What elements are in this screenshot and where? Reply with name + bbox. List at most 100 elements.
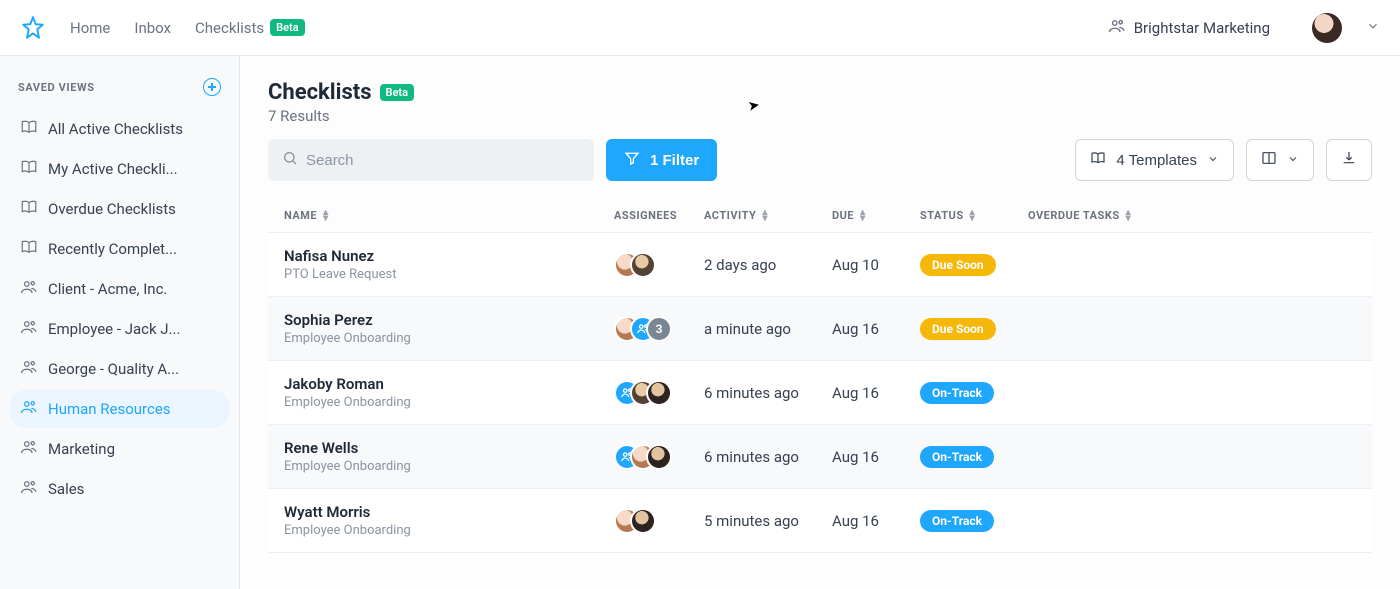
col-assignees: ASSIGNEES xyxy=(614,209,704,222)
sidebar-item-client-acme-inc[interactable]: Client - Acme, Inc. xyxy=(10,270,229,308)
app-logo[interactable] xyxy=(20,15,46,41)
row-template: Employee Onboarding xyxy=(284,331,614,346)
sidebar-item-employee-jack-j[interactable]: Employee - Jack J... xyxy=(10,310,229,348)
filter-label: 1 Filter xyxy=(650,152,699,169)
chevron-down-icon xyxy=(1207,152,1219,169)
table-row[interactable]: Nafisa NunezPTO Leave Request2 days agoA… xyxy=(268,233,1372,297)
sort-icon: ▴▾ xyxy=(323,210,329,222)
col-status[interactable]: STATUS▴▾ xyxy=(920,209,1028,222)
search-input[interactable] xyxy=(306,152,580,169)
book-icon xyxy=(20,198,38,220)
assignee-avatar[interactable] xyxy=(630,508,656,534)
row-name: Rene Wells xyxy=(284,439,614,457)
sidebar-item-human-resources[interactable]: Human Resources xyxy=(10,390,229,428)
sidebar-item-label: Human Resources xyxy=(48,400,171,418)
col-due[interactable]: DUE▴▾ xyxy=(832,209,920,222)
row-activity: 2 days ago xyxy=(704,256,832,274)
filter-button[interactable]: 1 Filter xyxy=(606,139,717,181)
row-due: Aug 16 xyxy=(832,320,920,338)
people-icon xyxy=(20,398,38,420)
sidebar-item-label: Overdue Checklists xyxy=(48,200,176,218)
user-avatar[interactable] xyxy=(1312,13,1342,43)
download-icon xyxy=(1341,150,1357,170)
people-icon xyxy=(20,438,38,460)
sidebar-item-my-active-checkli[interactable]: My Active Checkli... xyxy=(10,150,229,188)
add-view-button[interactable] xyxy=(203,78,221,96)
row-template: Employee Onboarding xyxy=(284,395,614,410)
table-row[interactable]: Rene Wells Employee Onboarding 6 minutes a… xyxy=(268,425,1372,489)
people-icon xyxy=(20,478,38,500)
col-name[interactable]: NAME▴▾ xyxy=(284,209,614,222)
table-header: NAME▴▾ ASSIGNEES ACTIVITY▴▾ DUE▴▾ STATUS… xyxy=(268,199,1372,233)
search-box[interactable] xyxy=(268,139,594,181)
row-due: Aug 16 xyxy=(832,384,920,402)
org-name: Brightstar Marketing xyxy=(1134,19,1270,37)
table-row[interactable]: Wyatt Morris Employee Onboarding 5 minutes… xyxy=(268,489,1372,553)
nav-home[interactable]: Home xyxy=(70,19,110,37)
row-activity: a minute ago xyxy=(704,320,832,338)
status-badge: Due Soon xyxy=(920,254,996,276)
sidebar-item-label: Marketing xyxy=(48,440,115,458)
sidebar-item-label: Employee - Jack J... xyxy=(48,320,180,338)
nav-inbox[interactable]: Inbox xyxy=(134,19,171,37)
book-icon xyxy=(1090,150,1106,170)
search-icon xyxy=(282,150,298,170)
book-icon xyxy=(20,118,38,140)
columns-button[interactable] xyxy=(1246,139,1314,181)
templates-button[interactable]: 4 Templates xyxy=(1075,139,1234,181)
toolbar: 1 Filter 4 Templates xyxy=(268,139,1372,181)
saved-views-title: SAVED VIEWS xyxy=(18,81,95,94)
assignee-avatar[interactable] xyxy=(630,252,656,278)
sidebar-item-recently-complet[interactable]: Recently Complet... xyxy=(10,230,229,268)
assignee-avatars: 3 xyxy=(614,316,704,342)
sidebar-item-label: Sales xyxy=(48,480,84,498)
people-icon xyxy=(20,278,38,300)
sidebar-item-label: Client - Acme, Inc. xyxy=(48,280,167,298)
assignee-avatars xyxy=(614,380,704,406)
sidebar-item-overdue-checklists[interactable]: Overdue Checklists xyxy=(10,190,229,228)
row-template: Employee Onboarding xyxy=(284,459,614,474)
row-template: PTO Leave Request xyxy=(284,267,614,282)
nav-checklists[interactable]: Checklists Beta xyxy=(195,19,305,37)
results-count: 7 Results xyxy=(268,107,1372,125)
row-due: Aug 16 xyxy=(832,512,920,530)
page-title: Checklists xyxy=(268,80,372,105)
table-row[interactable]: Sophia PerezEmployee Onboarding3a minute… xyxy=(268,297,1372,361)
people-icon xyxy=(20,358,38,380)
assignee-avatars xyxy=(614,508,704,534)
chevron-down-icon xyxy=(1287,152,1299,169)
sort-icon: ▴▾ xyxy=(1126,210,1132,222)
main: ➤ Checklists Beta 7 Results 1 Filter xyxy=(240,56,1400,589)
sidebar-item-sales[interactable]: Sales xyxy=(10,470,229,508)
col-activity[interactable]: ACTIVITY▴▾ xyxy=(704,209,832,222)
topnav: Home Inbox Checklists Beta Brightstar Ma… xyxy=(0,0,1400,56)
row-due: Aug 16 xyxy=(832,448,920,466)
filter-icon xyxy=(624,150,640,170)
book-icon xyxy=(20,158,38,180)
org-switcher[interactable]: Brightstar Marketing xyxy=(1108,17,1270,39)
row-name: Wyatt Morris xyxy=(284,503,614,521)
col-overdue[interactable]: OVERDUE TASKS▴▾ xyxy=(1028,209,1356,222)
sidebar-item-label: Recently Complet... xyxy=(48,240,177,258)
assignee-avatar[interactable] xyxy=(646,444,672,470)
beta-badge: Beta xyxy=(270,19,305,36)
sidebar-item-all-active-checklists[interactable]: All Active Checklists xyxy=(10,110,229,148)
assignee-overflow[interactable]: 3 xyxy=(646,316,672,342)
row-name: Nafisa Nunez xyxy=(284,247,614,265)
row-template: Employee Onboarding xyxy=(284,523,614,538)
row-name: Jakoby Roman xyxy=(284,375,614,393)
sidebar-item-george-quality-a[interactable]: George - Quality A... xyxy=(10,350,229,388)
row-activity: 5 minutes ago xyxy=(704,512,832,530)
row-activity: 6 minutes ago xyxy=(704,448,832,466)
checklist-table: NAME▴▾ ASSIGNEES ACTIVITY▴▾ DUE▴▾ STATUS… xyxy=(268,199,1372,553)
chevron-down-icon[interactable] xyxy=(1366,18,1380,37)
sidebar-item-marketing[interactable]: Marketing xyxy=(10,430,229,468)
table-row[interactable]: Jakoby RomanEmployee Onboarding6 minutes… xyxy=(268,361,1372,425)
people-icon xyxy=(20,318,38,340)
sidebar-item-label: George - Quality A... xyxy=(48,360,179,378)
assignee-avatar[interactable] xyxy=(646,380,672,406)
download-button[interactable] xyxy=(1326,139,1372,181)
nav-checklists-label: Checklists xyxy=(195,19,264,37)
people-icon xyxy=(1108,17,1126,39)
sidebar-item-label: My Active Checkli... xyxy=(48,160,178,178)
